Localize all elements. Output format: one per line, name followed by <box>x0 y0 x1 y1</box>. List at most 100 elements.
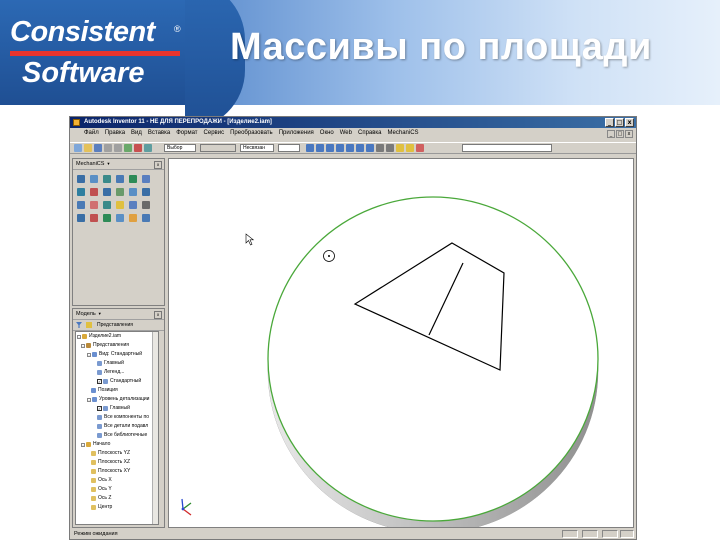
mechanics-tool-icon[interactable] <box>116 214 124 222</box>
mechanics-tool-icon[interactable] <box>142 201 150 209</box>
tree-node[interactable]: Все детали подавл <box>97 423 148 430</box>
shadow-icon[interactable] <box>396 144 404 152</box>
mechanics-tool-icon[interactable] <box>90 175 98 183</box>
tree-node[interactable]: Ось X <box>91 477 112 484</box>
mechanics-tool-icon[interactable] <box>90 214 98 222</box>
maximize-button[interactable]: □ <box>615 118 624 127</box>
doc-minimize-button[interactable]: _ <box>607 130 615 138</box>
mechanics-tool-icon[interactable] <box>129 201 137 209</box>
look-at-icon[interactable] <box>366 144 374 152</box>
close-icon[interactable]: x <box>154 311 162 319</box>
representations-icon[interactable] <box>86 322 92 328</box>
analysis-icon[interactable] <box>416 144 424 152</box>
menu-help[interactable]: Справка <box>358 130 382 136</box>
sketch-icon[interactable] <box>134 144 142 152</box>
menu-edit[interactable]: Правка <box>105 130 125 136</box>
checkmark-icon[interactable]: ✓ <box>97 379 102 384</box>
menu-mechanics[interactable]: MechaniCS <box>388 130 419 136</box>
menu-convert[interactable]: Преобразовать <box>230 130 273 136</box>
disk-top-face[interactable] <box>267 196 599 522</box>
mechanics-tool-icon[interactable] <box>77 201 85 209</box>
orbit-icon[interactable] <box>356 144 364 152</box>
tree-node[interactable]: Позиция <box>91 387 118 394</box>
close-icon[interactable]: x <box>154 161 162 169</box>
tree-node[interactable]: - Представления <box>81 342 129 349</box>
mechanics-tool-icon[interactable] <box>129 214 137 222</box>
mechanics-tool-icon[interactable] <box>77 188 85 196</box>
collapse-icon[interactable]: - <box>87 352 91 357</box>
mechanics-tool-icon[interactable] <box>129 175 137 183</box>
tree-node[interactable]: Ось Y <box>91 486 112 493</box>
select-mode-combo[interactable]: Выбор <box>164 144 196 152</box>
mechanics-tool-icon[interactable] <box>116 175 124 183</box>
tree-scrollbar[interactable] <box>152 332 158 524</box>
mechanics-tool-icon[interactable] <box>90 201 98 209</box>
tree-node[interactable]: - Уровень детализации <box>87 396 149 403</box>
tree-node[interactable]: ✓ Главный <box>97 405 130 412</box>
chevron-down-icon[interactable]: ▼ <box>106 159 110 169</box>
menu-applications[interactable]: Приложения <box>279 130 314 136</box>
tree-node[interactable]: Ось Z <box>91 495 111 502</box>
mechanics-tool-icon[interactable] <box>90 188 98 196</box>
tree-node[interactable]: Плоскость XY <box>91 468 130 475</box>
tree-node[interactable]: Все библиотечные <box>97 432 147 439</box>
menu-tools[interactable]: Сервис <box>204 130 225 136</box>
tree-node[interactable]: ✓ Стандартный <box>97 378 141 385</box>
collapse-icon[interactable]: - <box>77 334 81 339</box>
section-icon[interactable] <box>406 144 414 152</box>
tree-node[interactable]: - Изделие2.iam <box>77 333 121 340</box>
zoom-window-icon[interactable] <box>316 144 324 152</box>
close-button[interactable]: x <box>625 118 634 127</box>
tree-node[interactable]: Плоскость YZ <box>91 450 130 457</box>
tree-node[interactable]: Главный <box>97 360 124 367</box>
mechanics-tool-icon[interactable] <box>77 175 85 183</box>
tree-node[interactable]: Легенд... <box>97 369 124 376</box>
model-panel-header[interactable]: Модель ▼ x <box>73 309 164 320</box>
tree-node[interactable]: - Начало <box>81 441 110 448</box>
mechanics-tool-icon[interactable] <box>77 214 85 222</box>
pan-icon[interactable] <box>336 144 344 152</box>
checkmark-icon[interactable]: ✓ <box>97 406 102 411</box>
style-combo[interactable]: Несвязан <box>240 144 274 152</box>
collapse-icon[interactable]: - <box>81 343 85 348</box>
graphics-viewport[interactable] <box>168 158 634 534</box>
save-icon[interactable] <box>94 144 102 152</box>
menu-web[interactable]: Web <box>340 130 352 136</box>
chevron-down-icon[interactable]: ▼ <box>98 309 102 319</box>
mechanics-tool-icon[interactable] <box>116 201 124 209</box>
menu-insert[interactable]: Вставка <box>148 130 170 136</box>
mechanics-tool-icon[interactable] <box>142 214 150 222</box>
camera-icon[interactable] <box>386 144 394 152</box>
menu-format[interactable]: Формат <box>176 130 197 136</box>
return-icon[interactable] <box>124 144 132 152</box>
mechanics-tool-icon[interactable] <box>129 188 137 196</box>
material-combo[interactable] <box>462 144 552 152</box>
mechanics-tool-icon[interactable] <box>142 175 150 183</box>
doc-close-button[interactable]: x <box>625 130 633 138</box>
mechanics-tool-icon[interactable] <box>142 188 150 196</box>
menu-window[interactable]: Окно <box>320 130 334 136</box>
redo-icon[interactable] <box>114 144 122 152</box>
tree-node[interactable]: Плоскость XZ <box>91 459 130 466</box>
tree-node[interactable]: Все компоненты по <box>97 414 149 421</box>
collapse-icon[interactable]: - <box>87 397 91 402</box>
undo-icon[interactable] <box>104 144 112 152</box>
representations-label[interactable]: Представления <box>97 322 133 328</box>
mechanics-tool-icon[interactable] <box>103 214 111 222</box>
tree-node[interactable]: Центр <box>91 504 112 511</box>
menu-file[interactable]: Файл <box>84 130 99 136</box>
tree-node[interactable]: - Вид: Стандартный <box>87 351 142 358</box>
update-icon[interactable] <box>144 144 152 152</box>
menu-view[interactable]: Вид <box>131 130 142 136</box>
new-file-icon[interactable] <box>74 144 82 152</box>
window-titlebar[interactable]: Autodesk Inventor 11 - НЕ ДЛЯ ПЕРЕПРОДАЖ… <box>70 117 636 128</box>
minimize-button[interactable]: _ <box>605 118 614 127</box>
filter-icon[interactable] <box>76 322 82 328</box>
mechanics-tool-icon[interactable] <box>103 201 111 209</box>
zoom-selected-icon[interactable] <box>346 144 354 152</box>
mechanics-tool-icon[interactable] <box>103 175 111 183</box>
doc-restore-button[interactable]: □ <box>616 130 624 138</box>
shaded-display-icon[interactable] <box>376 144 384 152</box>
color-combo[interactable] <box>278 144 300 152</box>
mechanics-tool-icon[interactable] <box>116 188 124 196</box>
